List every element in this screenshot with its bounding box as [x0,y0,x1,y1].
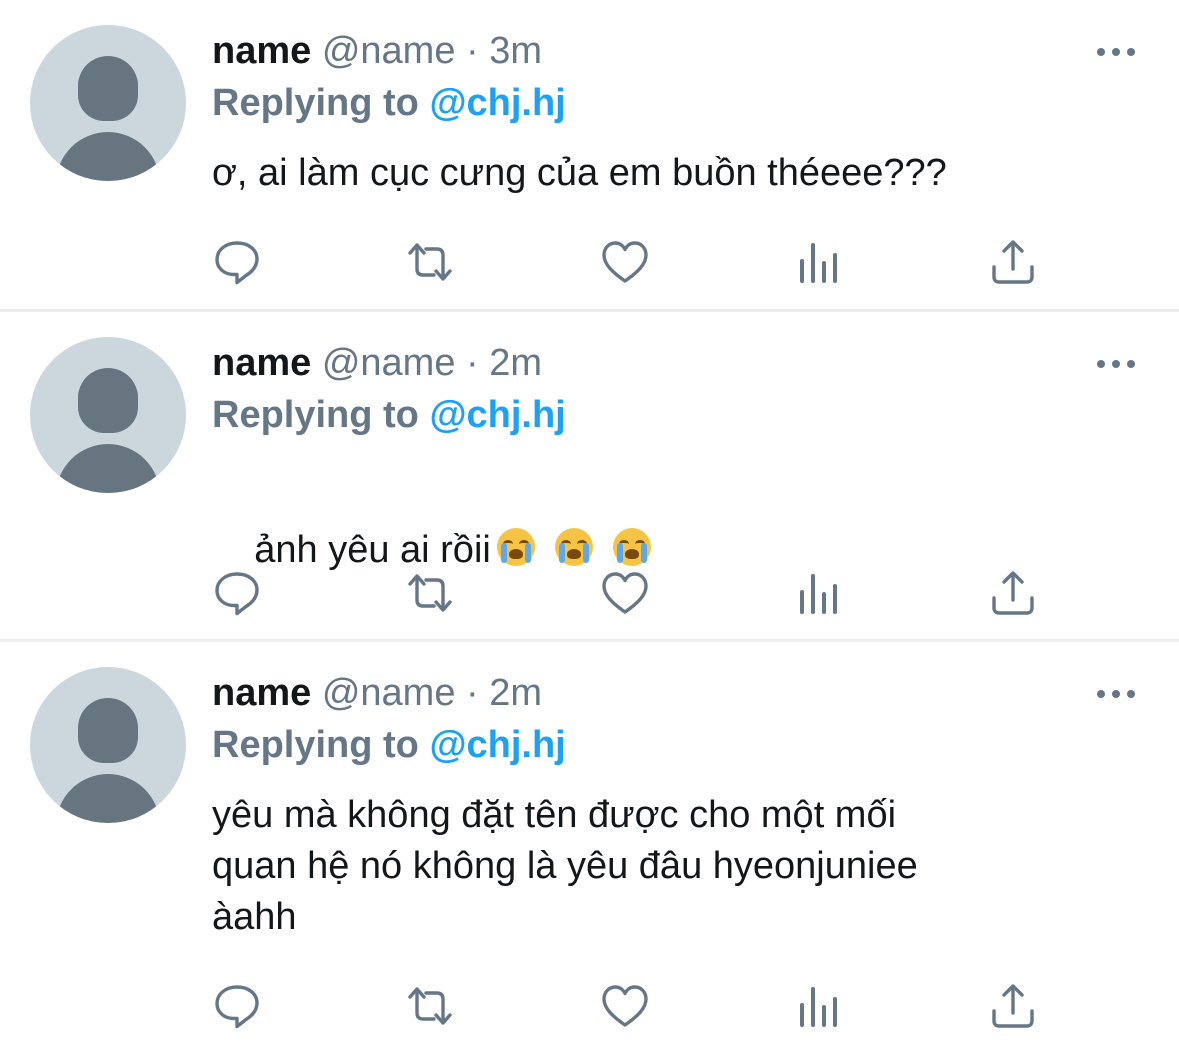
reply-icon[interactable] [212,568,262,618]
replying-label: Replying to [212,394,419,436]
tweet-time[interactable]: 2m [489,342,542,384]
avatar-head-shape [78,56,138,121]
heart-icon[interactable] [600,237,650,287]
replying-to: Replying to @chj.hj [212,81,566,125]
display-name[interactable]: name [212,672,311,714]
analytics-icon[interactable] [794,981,844,1031]
avatar-head-shape [78,368,138,433]
heart-icon[interactable] [600,981,650,1031]
avatar-body-shape [56,774,160,823]
tweet-1[interactable]: name @name · 3m Replying to @chj.hj ơ, a… [0,0,1179,310]
loudly-crying-face-emoji [612,528,651,566]
replying-handle-link[interactable]: @chj.hj [429,82,565,124]
loudly-crying-face-emoji [496,528,535,566]
tweet-text: ơ, ai làm cục cưng của em buồn théeee??? [212,152,947,194]
separator-dot: · [466,342,479,384]
separator-dot: · [466,672,479,714]
avatar[interactable] [30,337,186,493]
heart-icon[interactable] [600,568,650,618]
replying-to: Replying to @chj.hj [212,393,566,437]
analytics-icon[interactable] [794,237,844,287]
tweet-text: ảnh yêu ai rồii [254,529,491,571]
display-name[interactable]: name [212,30,311,72]
tweet-header: name @name · 2m [212,341,542,385]
share-icon[interactable] [988,981,1038,1031]
separator-dot: · [466,30,479,72]
avatar-body-shape [56,444,160,493]
tweet-time[interactable]: 3m [489,30,542,72]
user-handle[interactable]: @name [322,342,456,384]
reply-icon[interactable] [212,981,262,1031]
avatar-body-shape [56,132,160,181]
replying-label: Replying to [212,82,419,124]
user-handle[interactable]: @name [322,672,456,714]
tweet-actions [212,237,1062,287]
retweet-icon[interactable] [405,568,455,618]
tweet-3[interactable]: name @name · 2m Replying to @chj.hj yêu … [0,642,1179,1056]
replying-to: Replying to @chj.hj [212,723,566,767]
avatar[interactable] [30,25,186,181]
replying-handle-link[interactable]: @chj.hj [429,394,565,436]
share-icon[interactable] [988,568,1038,618]
replying-handle-link[interactable]: @chj.hj [429,724,565,766]
tweet-header: name @name · 2m [212,671,542,715]
tweet-actions [212,568,1062,618]
user-handle[interactable]: @name [322,30,456,72]
avatar-head-shape [78,698,138,763]
tweet-header: name @name · 3m [212,29,542,73]
more-dots-icon[interactable] [1097,688,1135,700]
share-icon[interactable] [988,237,1038,287]
retweet-icon[interactable] [405,981,455,1031]
loudly-crying-face-emoji [554,528,593,566]
analytics-icon[interactable] [794,568,844,618]
retweet-icon[interactable] [405,237,455,287]
tweet-2[interactable]: name @name · 2m Replying to @chj.hj ảnh … [0,312,1179,640]
tweet-time[interactable]: 2m [489,672,542,714]
display-name[interactable]: name [212,342,311,384]
tweet-text: yêu mà không đặt tên được cho một mối qu… [212,794,918,938]
tweet-actions [212,981,1062,1031]
replying-label: Replying to [212,724,419,766]
avatar[interactable] [30,667,186,823]
reply-icon[interactable] [212,237,262,287]
more-dots-icon[interactable] [1097,46,1135,58]
more-dots-icon[interactable] [1097,358,1135,370]
